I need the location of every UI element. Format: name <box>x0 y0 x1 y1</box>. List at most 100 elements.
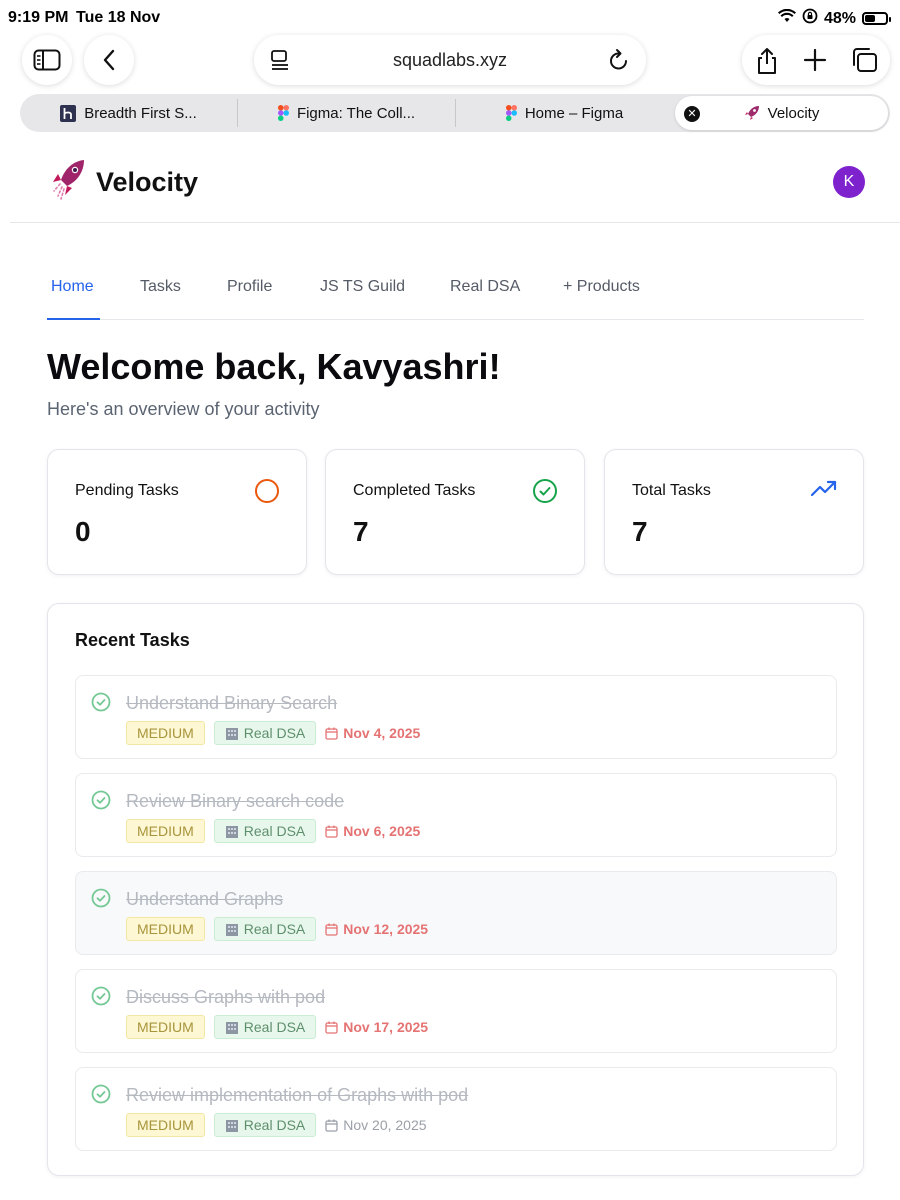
page-subtitle: Here's an overview of your activity <box>47 399 320 419</box>
task-meta: MEDIUM Real DSA Nov 17, 2025 <box>126 1015 428 1039</box>
status-date: Tue 18 Nov <box>76 9 161 26</box>
stat-label: Pending Tasks <box>75 482 179 499</box>
project-badge: Real DSA <box>213 1113 317 1137</box>
status-bar: 9:19 PM Tue 18 Nov 48% <box>0 0 900 36</box>
check-circle-icon <box>532 478 558 509</box>
recent-tasks-card: Recent Tasks Understand Binary Search ME… <box>47 603 864 1176</box>
sidebar-icon <box>33 49 61 71</box>
task-meta: MEDIUM Real DSA Nov 4, 2025 <box>126 721 420 745</box>
wifi-icon <box>777 8 796 28</box>
priority-badge: MEDIUM <box>126 917 205 941</box>
section-title: Recent Tasks <box>75 630 190 650</box>
active-tab-indicator <box>47 318 100 320</box>
browser-tab-label: Figma: The Coll... <box>296 104 416 122</box>
task-due-date: Nov 6, 2025 <box>325 823 420 839</box>
priority-badge: MEDIUM <box>126 1113 205 1137</box>
priority-badge: MEDIUM <box>126 1015 205 1039</box>
user-avatar[interactable]: K <box>833 166 865 198</box>
status-indicators: 48% <box>777 8 891 29</box>
nav-tab-js-ts-guild[interactable]: JS TS Guild <box>320 278 405 296</box>
task-due-date: Nov 17, 2025 <box>325 1019 428 1035</box>
task-item[interactable]: Review implementation of Graphs with pod… <box>75 1067 837 1151</box>
orientation-lock-icon <box>802 8 818 29</box>
stat-label: Total Tasks <box>632 482 711 499</box>
due-date-text: Nov 4, 2025 <box>343 725 421 741</box>
stat-card-total: Total Tasks 7 <box>604 449 864 575</box>
figma-icon <box>277 105 289 121</box>
chevron-left-icon <box>103 49 115 71</box>
task-due-date: Nov 12, 2025 <box>325 921 428 937</box>
due-date-text: Nov 20, 2025 <box>343 1117 427 1133</box>
building-icon <box>225 1022 238 1034</box>
due-date-text: Nov 6, 2025 <box>343 823 421 839</box>
status-time: 9:19 PM <box>8 9 69 26</box>
stat-value: 0 <box>75 516 91 547</box>
calendar-icon <box>325 727 338 740</box>
priority-badge: MEDIUM <box>126 721 205 745</box>
h-logo-icon <box>60 104 77 122</box>
calendar-icon <box>325 1021 338 1034</box>
browser-tab-label: Breadth First S... <box>84 104 197 122</box>
calendar-icon <box>325 923 338 936</box>
due-date-text: Nov 12, 2025 <box>343 921 429 937</box>
browser-tab-bar: Breadth First S... Figma: The Coll... Ho… <box>20 94 890 132</box>
app-header: Velocity K <box>10 140 900 223</box>
stat-label: Completed Tasks <box>353 482 476 499</box>
task-title: Review Binary search code <box>126 791 345 811</box>
priority-badge: MEDIUM <box>126 819 205 843</box>
check-circle-icon[interactable] <box>91 986 111 1011</box>
task-meta: MEDIUM Real DSA Nov 12, 2025 <box>126 917 428 941</box>
back-button[interactable] <box>84 35 134 85</box>
brand-name[interactable]: Velocity <box>96 167 198 198</box>
project-badge: Real DSA <box>213 917 317 941</box>
main-nav: Home Tasks Profile JS TS Guild Real DSA … <box>47 262 864 320</box>
browser-tab[interactable]: Home – Figma <box>456 94 673 132</box>
figma-icon <box>505 105 517 121</box>
nav-tab-products[interactable]: + Products <box>563 278 640 296</box>
task-item[interactable]: Understand Graphs MEDIUM Real DSA Nov 12… <box>75 871 837 955</box>
browser-tab-active[interactable]: ✕ Velocity <box>675 96 888 130</box>
task-item[interactable]: Review Binary search code MEDIUM Real DS… <box>75 773 837 857</box>
check-circle-icon[interactable] <box>91 1084 111 1109</box>
nav-tab-home[interactable]: Home <box>51 278 94 296</box>
rocket-logo-icon[interactable] <box>50 158 86 207</box>
pending-circle-icon <box>254 478 280 509</box>
share-icon[interactable] <box>754 47 780 80</box>
task-item[interactable]: Discuss Graphs with pod MEDIUM Real DSA … <box>75 969 837 1053</box>
trending-up-icon <box>810 480 837 503</box>
building-icon <box>225 728 238 740</box>
due-date-text: Nov 17, 2025 <box>343 1019 429 1035</box>
new-tab-plus-icon[interactable] <box>803 48 827 77</box>
task-due-date: Nov 4, 2025 <box>325 725 420 741</box>
close-tab-icon[interactable]: ✕ <box>684 106 700 122</box>
nav-tab-profile[interactable]: Profile <box>227 278 272 296</box>
browser-actions <box>742 35 890 85</box>
nav-tab-real-dsa[interactable]: Real DSA <box>450 278 520 296</box>
address-bar[interactable]: squadlabs.xyz <box>254 35 646 85</box>
project-badge: Real DSA <box>213 1015 317 1039</box>
project-badge: Real DSA <box>213 819 317 843</box>
browser-tab[interactable]: Breadth First S... <box>20 94 237 132</box>
page-title: Welcome back, Kavyashri! <box>47 346 501 387</box>
nav-tab-tasks[interactable]: Tasks <box>140 278 181 296</box>
check-circle-icon[interactable] <box>91 692 111 717</box>
url-text[interactable]: squadlabs.xyz <box>254 50 646 71</box>
task-title: Understand Graphs <box>126 889 284 909</box>
building-icon <box>225 826 238 838</box>
stat-value: 7 <box>632 516 648 547</box>
task-meta: MEDIUM Real DSA Nov 20, 2025 <box>126 1113 427 1137</box>
check-circle-icon[interactable] <box>91 790 111 815</box>
sidebar-toggle-button[interactable] <box>22 35 72 85</box>
task-item[interactable]: Understand Binary Search MEDIUM Real DSA… <box>75 675 837 759</box>
project-name: Real DSA <box>243 1019 306 1035</box>
tabs-overview-icon[interactable] <box>850 47 878 78</box>
battery-percentage: 48% <box>823 9 856 27</box>
check-circle-icon[interactable] <box>91 888 111 913</box>
building-icon <box>225 924 238 936</box>
browser-tab-label: Velocity <box>767 104 820 122</box>
reload-icon[interactable] <box>608 48 630 77</box>
browser-tab[interactable]: Figma: The Coll... <box>238 94 455 132</box>
stat-card-completed: Completed Tasks 7 <box>325 449 585 575</box>
rocket-icon <box>744 106 759 120</box>
project-name: Real DSA <box>243 725 306 741</box>
